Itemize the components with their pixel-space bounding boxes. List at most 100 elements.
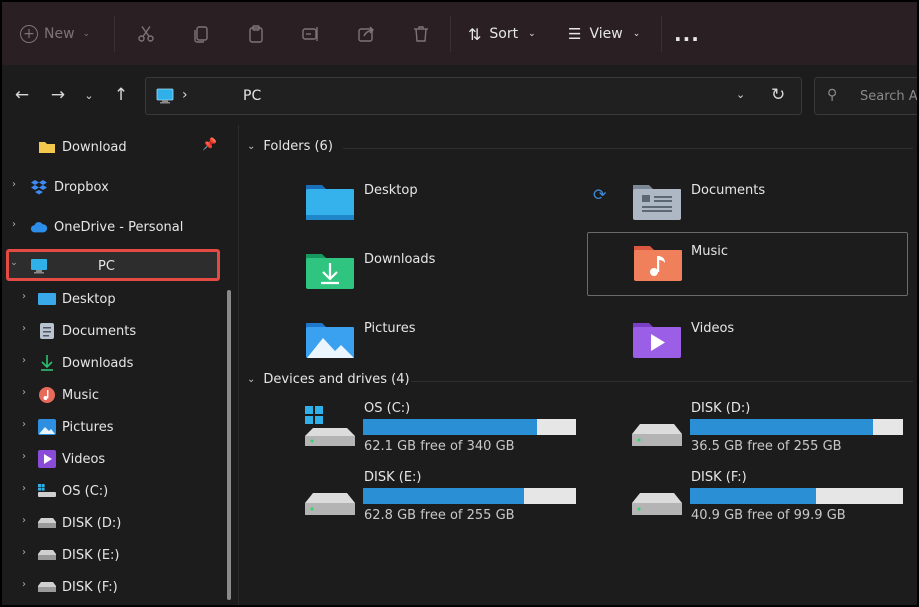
sidebar-scrollbar[interactable] xyxy=(227,290,231,600)
drive-disk-e[interactable]: DISK (E:) 62.8 GB free of 255 GB xyxy=(239,470,576,532)
chevron-down-icon: ⌄ xyxy=(82,29,91,39)
sidebar-item-disk-f[interactable]: › DISK (F:) xyxy=(22,573,118,601)
delete-button[interactable] xyxy=(403,14,439,54)
chevron-right-icon[interactable]: › xyxy=(18,579,30,590)
chevron-right-icon[interactable]: › xyxy=(18,419,30,430)
chevron-right-icon[interactable]: › xyxy=(8,219,20,230)
content-pane: ⌄ Folders (6) Desktop ⟳ Documents Downlo… xyxy=(239,125,917,605)
view-list-icon: ☰ xyxy=(568,25,582,43)
folder-videos[interactable]: Videos xyxy=(566,311,886,373)
chevron-right-icon[interactable]: › xyxy=(18,323,30,334)
arrow-up-icon: ↑ xyxy=(113,85,129,105)
drive-free-space: 36.5 GB free of 255 GB xyxy=(691,439,842,454)
address-history-dropdown-icon[interactable]: ⌄ xyxy=(736,88,745,101)
breadcrumb-pc[interactable]: PC xyxy=(243,88,261,104)
sidebar-item-download[interactable]: Download xyxy=(38,133,127,161)
breadcrumb-separator[interactable]: › xyxy=(182,87,188,103)
drive-os-c[interactable]: OS (C:) 62.1 GB free of 340 GB xyxy=(239,401,576,463)
sidebar-item-videos[interactable]: › Videos xyxy=(22,445,105,473)
download-arrow-icon xyxy=(38,354,56,372)
sidebar-item-label: Desktop xyxy=(62,291,116,307)
drive-free-space: 62.1 GB free of 340 GB xyxy=(364,439,515,454)
drive-label: DISK (E:) xyxy=(364,470,422,485)
sidebar-item-label: DISK (D:) xyxy=(62,515,122,531)
search-box[interactable]: ⚲ Search Ar xyxy=(814,77,917,115)
folder-desktop[interactable]: Desktop xyxy=(239,173,559,235)
recent-locations-button[interactable]: ⌄ xyxy=(77,83,101,107)
sidebar-item-label: PC xyxy=(98,258,115,274)
folder-documents[interactable]: Documents xyxy=(566,173,886,235)
drive-free-space: 40.9 GB free of 99.9 GB xyxy=(691,508,846,523)
sidebar-item-pc[interactable]: ⌄ PC xyxy=(10,252,115,280)
downloads-folder-icon xyxy=(306,254,354,289)
chevron-right-icon[interactable]: › xyxy=(18,483,30,494)
folders-group-label: Folders (6) xyxy=(263,139,333,154)
sidebar-item-desktop[interactable]: › Desktop xyxy=(22,285,116,313)
share-button[interactable] xyxy=(348,14,384,54)
folder-music[interactable]: Music xyxy=(587,232,908,296)
chevron-right-icon[interactable]: › xyxy=(18,387,30,398)
up-button[interactable]: ↑ xyxy=(109,83,133,107)
chevron-down-icon[interactable]: ⌄ xyxy=(8,258,20,268)
disk-icon xyxy=(38,546,56,564)
chevron-down-icon: ⌄ xyxy=(247,374,256,385)
sidebar-item-disk-d[interactable]: › DISK (D:) xyxy=(22,509,122,537)
more-label: ... xyxy=(674,22,700,46)
cut-button[interactable] xyxy=(128,14,164,54)
command-bar: + New ⌄ ⇅ Sort ⌄ ☰ View ⌄ ... xyxy=(2,2,917,65)
drive-disk-d[interactable]: DISK (D:) 36.5 GB free of 255 GB xyxy=(566,401,903,463)
folder-label: Videos xyxy=(691,321,735,336)
devices-group-header[interactable]: ⌄ Devices and drives (4) xyxy=(247,372,410,387)
navigation-bar: ← → ⌄ ↑ › PC ⌄ ↻ ⚲ Search Ar xyxy=(2,65,917,125)
rename-button[interactable] xyxy=(293,14,329,54)
sidebar-item-documents[interactable]: › Documents xyxy=(22,317,136,345)
sidebar-item-downloads[interactable]: › Downloads xyxy=(22,349,133,377)
dropbox-icon xyxy=(30,178,48,196)
folder-label: Documents xyxy=(691,183,766,198)
chevron-right-icon[interactable]: › xyxy=(18,291,30,302)
view-label: View xyxy=(589,26,623,42)
sidebar-item-label: OS (C:) xyxy=(62,483,109,499)
chevron-down-icon: ⌄ xyxy=(528,29,536,39)
search-placeholder: Search Ar xyxy=(860,89,917,104)
sidebar-item-os-c[interactable]: › OS (C:) xyxy=(22,477,109,505)
chevron-down-icon: ⌄ xyxy=(632,29,641,39)
view-button[interactable]: ☰ View ⌄ xyxy=(568,14,640,54)
navigation-pane: Download 📌 › Dropbox › OneDrive - Person… xyxy=(2,125,238,605)
folders-group-header[interactable]: ⌄ Folders (6) xyxy=(247,139,333,154)
monitor-icon xyxy=(30,257,48,275)
devices-group-label: Devices and drives (4) xyxy=(263,372,410,387)
sidebar-item-dropbox[interactable]: › Dropbox xyxy=(12,173,109,201)
chevron-down-icon: ⌄ xyxy=(84,88,94,102)
copy-icon xyxy=(194,26,208,43)
forward-button[interactable]: → xyxy=(46,83,70,107)
folder-pictures[interactable]: Pictures xyxy=(239,311,559,373)
sidebar-item-music[interactable]: › Music xyxy=(22,381,99,409)
arrow-left-icon: ← xyxy=(14,85,30,105)
desktop-folder-icon xyxy=(306,185,354,220)
back-button[interactable]: ← xyxy=(10,83,34,107)
pin-icon[interactable]: 📌 xyxy=(202,137,217,151)
folder-label: Music xyxy=(691,244,728,259)
videos-folder-icon xyxy=(633,323,681,358)
drive-usage-bar xyxy=(690,488,903,504)
drive-disk-f[interactable]: DISK (F:) 40.9 GB free of 99.9 GB xyxy=(566,470,903,532)
folder-label: Desktop xyxy=(364,183,418,198)
folder-downloads[interactable]: Downloads xyxy=(239,242,559,304)
sidebar-item-pictures[interactable]: › Pictures xyxy=(22,413,113,441)
sidebar-item-disk-e[interactable]: › DISK (E:) xyxy=(22,541,120,569)
sort-button[interactable]: ⇅ Sort ⌄ xyxy=(468,14,536,54)
new-button[interactable]: + New ⌄ xyxy=(20,14,90,54)
sidebar-item-onedrive[interactable]: › OneDrive - Personal xyxy=(12,213,183,241)
address-bar[interactable]: › PC ⌄ ↻ xyxy=(145,77,802,115)
paste-button[interactable] xyxy=(238,14,274,54)
chevron-right-icon[interactable]: › xyxy=(18,451,30,462)
chevron-right-icon[interactable]: › xyxy=(18,355,30,366)
sort-arrows-icon: ⇅ xyxy=(468,24,482,44)
more-options-button[interactable]: ... xyxy=(674,14,700,54)
chevron-right-icon[interactable]: › xyxy=(8,179,20,190)
copy-button[interactable] xyxy=(183,14,219,54)
chevron-right-icon[interactable]: › xyxy=(18,547,30,558)
chevron-right-icon[interactable]: › xyxy=(18,515,30,526)
refresh-icon[interactable]: ↻ xyxy=(771,85,785,105)
